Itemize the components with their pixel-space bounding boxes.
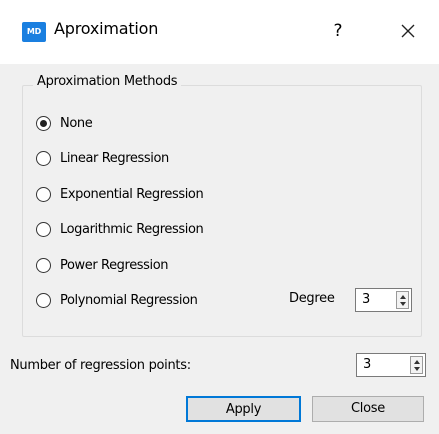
- close-button[interactable]: Close: [312, 396, 424, 422]
- app-icon: MD: [22, 22, 46, 42]
- degree-value[interactable]: 3: [362, 292, 370, 307]
- radio-button[interactable]: [36, 186, 51, 202]
- regression-points-spin-buttons[interactable]: [410, 356, 423, 374]
- radio-logarithmic-regression[interactable]: Logarithmic Regression: [36, 218, 204, 240]
- regression-points-label: Number of regression points:: [10, 358, 191, 373]
- apply-button[interactable]: Apply: [186, 396, 301, 422]
- radio-button[interactable]: [36, 292, 51, 308]
- radio-label: Linear Regression: [60, 150, 169, 166]
- spin-up-icon[interactable]: [400, 295, 406, 299]
- help-button[interactable]: ?: [326, 16, 350, 46]
- radio-button-checked[interactable]: [36, 115, 51, 131]
- regression-points-spinbox[interactable]: 3: [356, 353, 426, 377]
- spin-down-icon[interactable]: [400, 302, 406, 306]
- radio-label: Power Regression: [60, 257, 169, 273]
- degree-spinbox[interactable]: 3: [355, 288, 412, 312]
- close-icon: [401, 24, 415, 38]
- spin-up-icon[interactable]: [414, 360, 420, 364]
- radio-power-regression[interactable]: Power Regression: [36, 254, 169, 276]
- radio-none[interactable]: None: [36, 112, 93, 134]
- radio-label: None: [60, 115, 93, 131]
- radio-exponential-regression[interactable]: Exponential Regression: [36, 183, 204, 205]
- radio-label: Polynomial Regression: [60, 292, 198, 308]
- radio-button[interactable]: [36, 221, 51, 237]
- radio-button[interactable]: [36, 150, 51, 166]
- radio-label: Logarithmic Regression: [60, 221, 204, 237]
- regression-points-value[interactable]: 3: [363, 357, 371, 372]
- radio-polynomial-regression[interactable]: Polynomial Regression: [36, 289, 198, 311]
- close-window-button[interactable]: [394, 16, 422, 46]
- group-title: Aproximation Methods: [33, 74, 182, 89]
- title-bar: MD Aproximation ?: [0, 0, 439, 64]
- degree-spin-buttons[interactable]: [396, 291, 409, 309]
- radio-button[interactable]: [36, 257, 51, 273]
- degree-label: Degree: [289, 291, 335, 306]
- spin-down-icon[interactable]: [414, 367, 420, 371]
- radio-linear-regression[interactable]: Linear Regression: [36, 147, 169, 169]
- radio-label: Exponential Regression: [60, 186, 204, 202]
- window-title: Aproximation: [54, 19, 159, 38]
